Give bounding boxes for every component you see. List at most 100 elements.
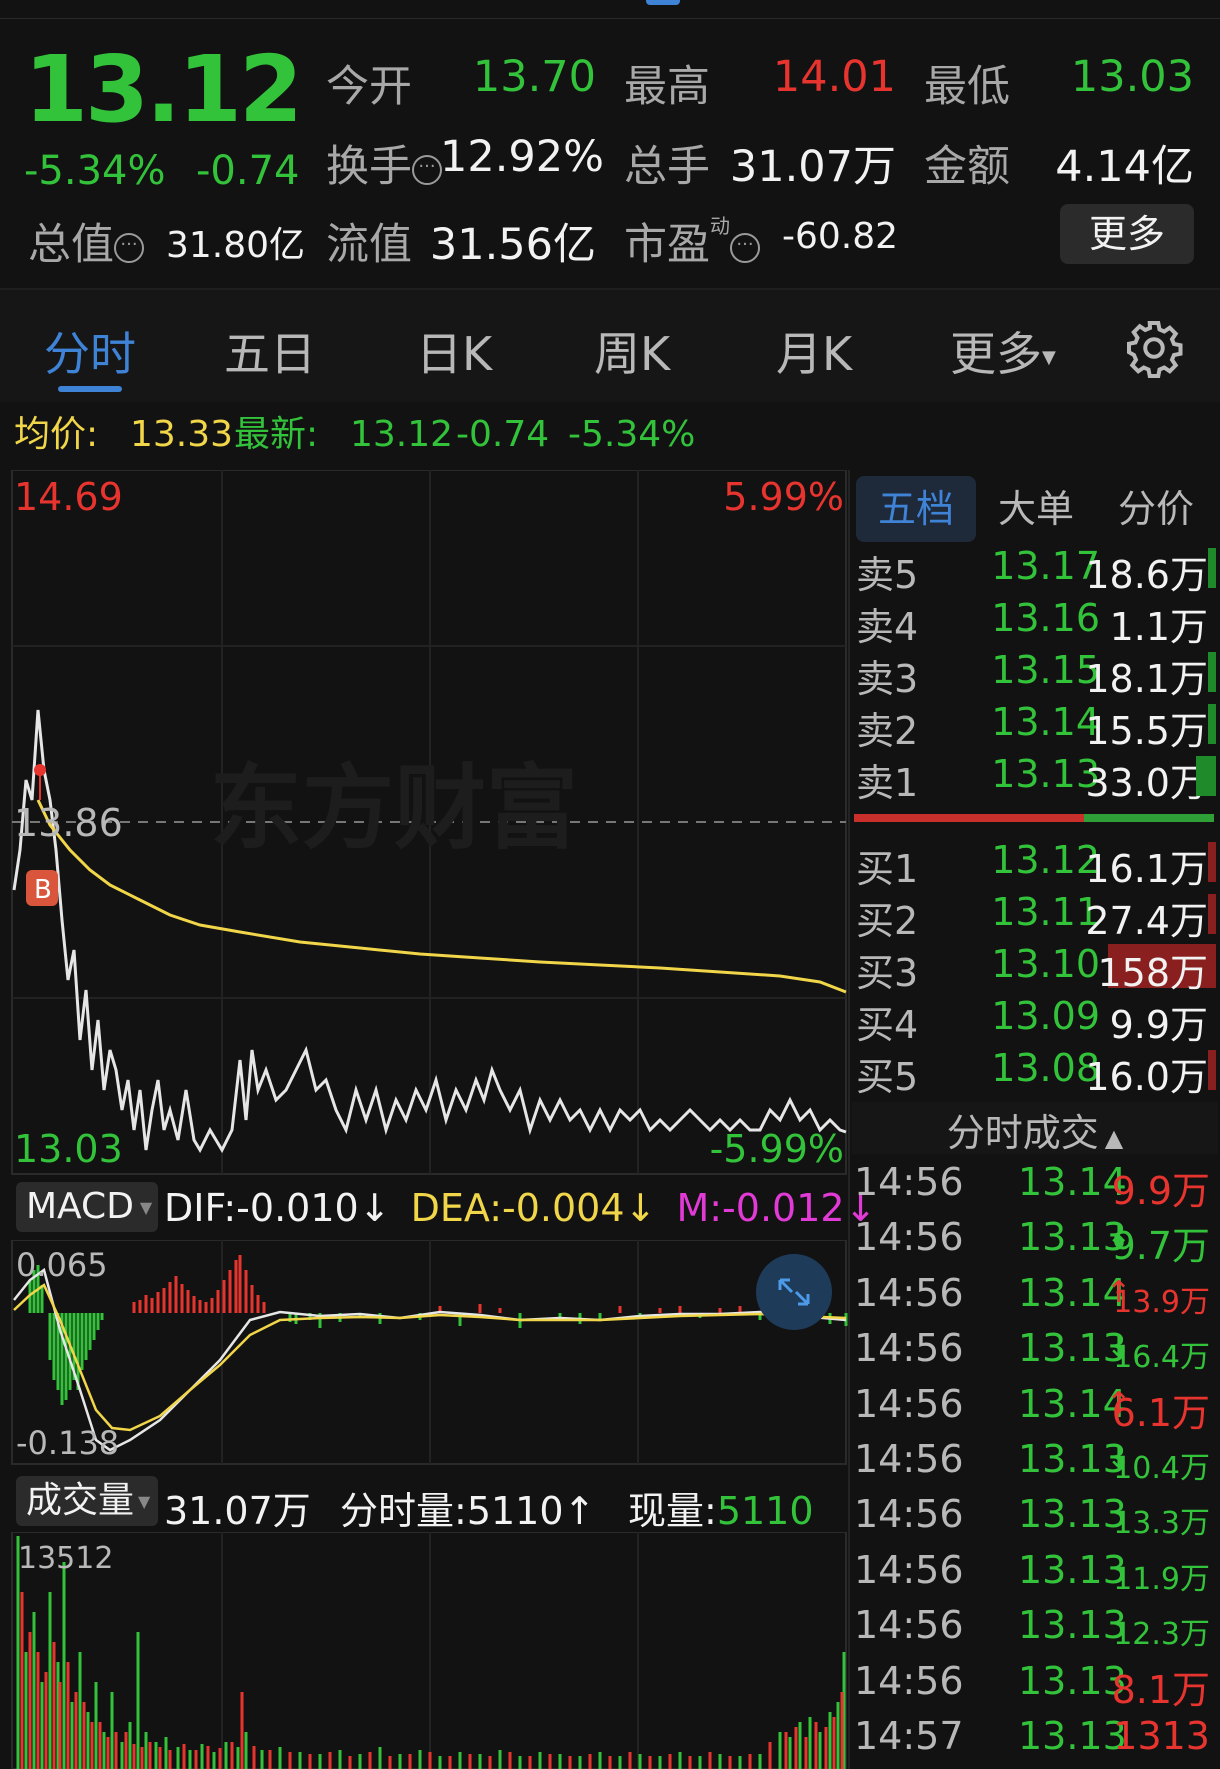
open-label: 今开: [326, 62, 412, 112]
more-button[interactable]: 更多: [1060, 204, 1194, 264]
turnover-label: 换手 ···: [326, 132, 442, 194]
tab-daily-k[interactable]: 日K: [416, 318, 492, 384]
top-divider: [0, 18, 1220, 19]
tab-large-orders[interactable]: 大单: [998, 476, 1074, 542]
bid-row[interactable]: 买5 13.08 16.0万: [856, 1046, 1216, 1099]
trade-row: 14:56 13.13 13.3万: [854, 1492, 1214, 1546]
latest-change: -0.74: [456, 414, 550, 455]
volume-selector[interactable]: 成交量 ▼: [16, 1476, 158, 1526]
trade-volume: 9.7万: [1111, 1224, 1210, 1269]
tab-active-underline: [58, 386, 122, 392]
pe-value: -60.82: [782, 216, 899, 257]
macd-values: DIF:-0.010↓ DEA:-0.004↓ M:-0.012↓: [164, 1186, 877, 1230]
avg-label: 均价:: [14, 414, 99, 455]
trade-time: 14:57: [854, 1714, 964, 1758]
trade-price: 13.13: [1018, 1658, 1127, 1703]
trade-volume: 16.4万: [1113, 1340, 1210, 1376]
mktcap-value: 31.80亿: [166, 225, 306, 266]
trade-price: 13.13: [1018, 1603, 1127, 1648]
macd-chart[interactable]: 0.065 -0.138: [0, 1240, 848, 1466]
trade-row: 14:56 13.14 ↑ 13.9万: [854, 1271, 1214, 1325]
tab-intraday[interactable]: 分时: [44, 318, 136, 384]
mktcap-label: 总值 ···: [28, 210, 144, 272]
tab-five-levels[interactable]: 五档: [856, 476, 976, 542]
info-icon[interactable]: ···: [730, 232, 760, 263]
trade-time: 14:56: [854, 1215, 964, 1260]
minute-volume: 分时量:5110↑: [340, 1489, 596, 1533]
trade-volume: 11.9万: [1113, 1561, 1210, 1597]
volume-value: 31.07万: [729, 142, 896, 192]
change-percent: -5.34%: [24, 148, 166, 194]
high-label: 最高: [624, 62, 710, 112]
open-value: 13.70: [472, 52, 596, 102]
buy-marker-label: B: [34, 875, 52, 905]
intraday-chart[interactable]: 东方财富 B 14.69 5.99% 13.86 13.03 -5.99%: [0, 470, 848, 1176]
macd-y-min-label: -0.138: [16, 1424, 119, 1462]
amount-value: 4.14亿: [1055, 142, 1194, 192]
bid-row[interactable]: 买2 13.11 27.4万: [856, 890, 1216, 943]
trade-row: 14:56 13.13 ↓ 9.7万: [854, 1215, 1214, 1269]
volume-chart[interactable]: 13512: [0, 1532, 848, 1769]
trade-row: 14:56 13.13 8.1万: [854, 1659, 1214, 1713]
trade-time: 14:56: [854, 1492, 964, 1537]
macd-dif: DIF:-0.010: [164, 1186, 359, 1230]
current-price: 13.12: [24, 36, 303, 143]
y-max-label: 14.69: [14, 475, 123, 519]
tab-weekly-k[interactable]: 周K: [594, 318, 670, 384]
ask-volume-bar: [1196, 756, 1216, 796]
volume-total: 31.07万: [164, 1489, 311, 1533]
low-value: 13.03: [1070, 52, 1194, 102]
bid-row[interactable]: 买3 13.10 158万: [856, 942, 1216, 995]
macd-selector[interactable]: MACD ▼: [16, 1182, 158, 1232]
trade-time: 14:56: [854, 1658, 964, 1703]
bid-row[interactable]: 买4 13.09 9.9万: [856, 994, 1216, 1047]
trade-time: 14:56: [854, 1270, 964, 1315]
chart-tabs: 分时 五日 日K 周K 月K 更多▼: [0, 290, 1220, 402]
trade-row: 14:56 13.13 12.3万: [854, 1603, 1214, 1657]
trade-row: 14:56 13.14 ↑ 6.1万: [854, 1382, 1214, 1436]
trade-row: 14:56 13.13 ↓ 16.4万: [854, 1326, 1214, 1380]
ask-row[interactable]: 卖2 13.14 15.5万: [856, 700, 1216, 753]
sort-up-triangle-icon: ▲: [1104, 1124, 1124, 1152]
settings-gear-icon[interactable]: [1124, 318, 1184, 378]
trade-volume: 13.9万: [1113, 1284, 1210, 1320]
latest-label: 最新:: [234, 414, 319, 455]
ask-row[interactable]: 卖4 13.16 1.1万: [856, 596, 1216, 649]
trade-time: 14:56: [854, 1603, 964, 1648]
ask-row[interactable]: 卖3 13.15 18.1万: [856, 648, 1216, 701]
trade-volume: 8.1万: [1111, 1667, 1210, 1712]
tab-more[interactable]: 更多▼: [950, 318, 1056, 384]
info-icon[interactable]: ···: [114, 232, 144, 263]
pct-max-label: 5.99%: [723, 475, 844, 519]
volume-y-max-label: 13512: [18, 1541, 113, 1576]
trade-time: 14:56: [854, 1160, 964, 1204]
trade-time: 14:56: [854, 1437, 964, 1481]
tab-monthly-k[interactable]: 月K: [776, 318, 852, 384]
expand-button[interactable]: [756, 1254, 832, 1330]
ratio-bid-part: [854, 814, 1085, 822]
order-book-tabs: 五档 大单 分价: [852, 476, 1220, 542]
trade-volume: 6.1万: [1111, 1390, 1210, 1435]
trade-volume: 9.9万: [1111, 1169, 1210, 1213]
tab-five-day[interactable]: 五日: [224, 318, 316, 384]
macd-dea: DEA:-0.004: [410, 1186, 625, 1230]
tab-price-distribution[interactable]: 分价: [1118, 476, 1194, 542]
bid-volume-bar: [1208, 842, 1216, 882]
trade-volume: 13.3万: [1113, 1506, 1210, 1542]
trade-row: 14:56 13.14 9.9万: [854, 1160, 1214, 1214]
status-indicator: [646, 0, 680, 5]
info-icon[interactable]: ···: [412, 154, 442, 185]
trade-price: 13.13: [1018, 1492, 1127, 1537]
bid-ask-ratio-bar: [854, 814, 1214, 822]
macd-y-max-label: 0.065: [16, 1246, 108, 1284]
trade-row: 14:56 13.13 ↓ 10.4万: [854, 1437, 1214, 1491]
avg-value: 13.33: [130, 414, 234, 455]
volume-label: 总手: [624, 142, 710, 192]
watermark: 东方财富: [210, 755, 578, 862]
ask-row[interactable]: 卖5 13.17 18.6万: [856, 544, 1216, 597]
ask-row[interactable]: 卖1 13.13 33.0万: [856, 752, 1216, 805]
trade-volume: 12.3万: [1113, 1617, 1210, 1653]
trades-header[interactable]: 分时成交 ▲: [852, 1102, 1218, 1155]
bid-row[interactable]: 买1 13.12 16.1万: [856, 838, 1216, 891]
pct-min-label: -5.99%: [710, 1127, 844, 1171]
